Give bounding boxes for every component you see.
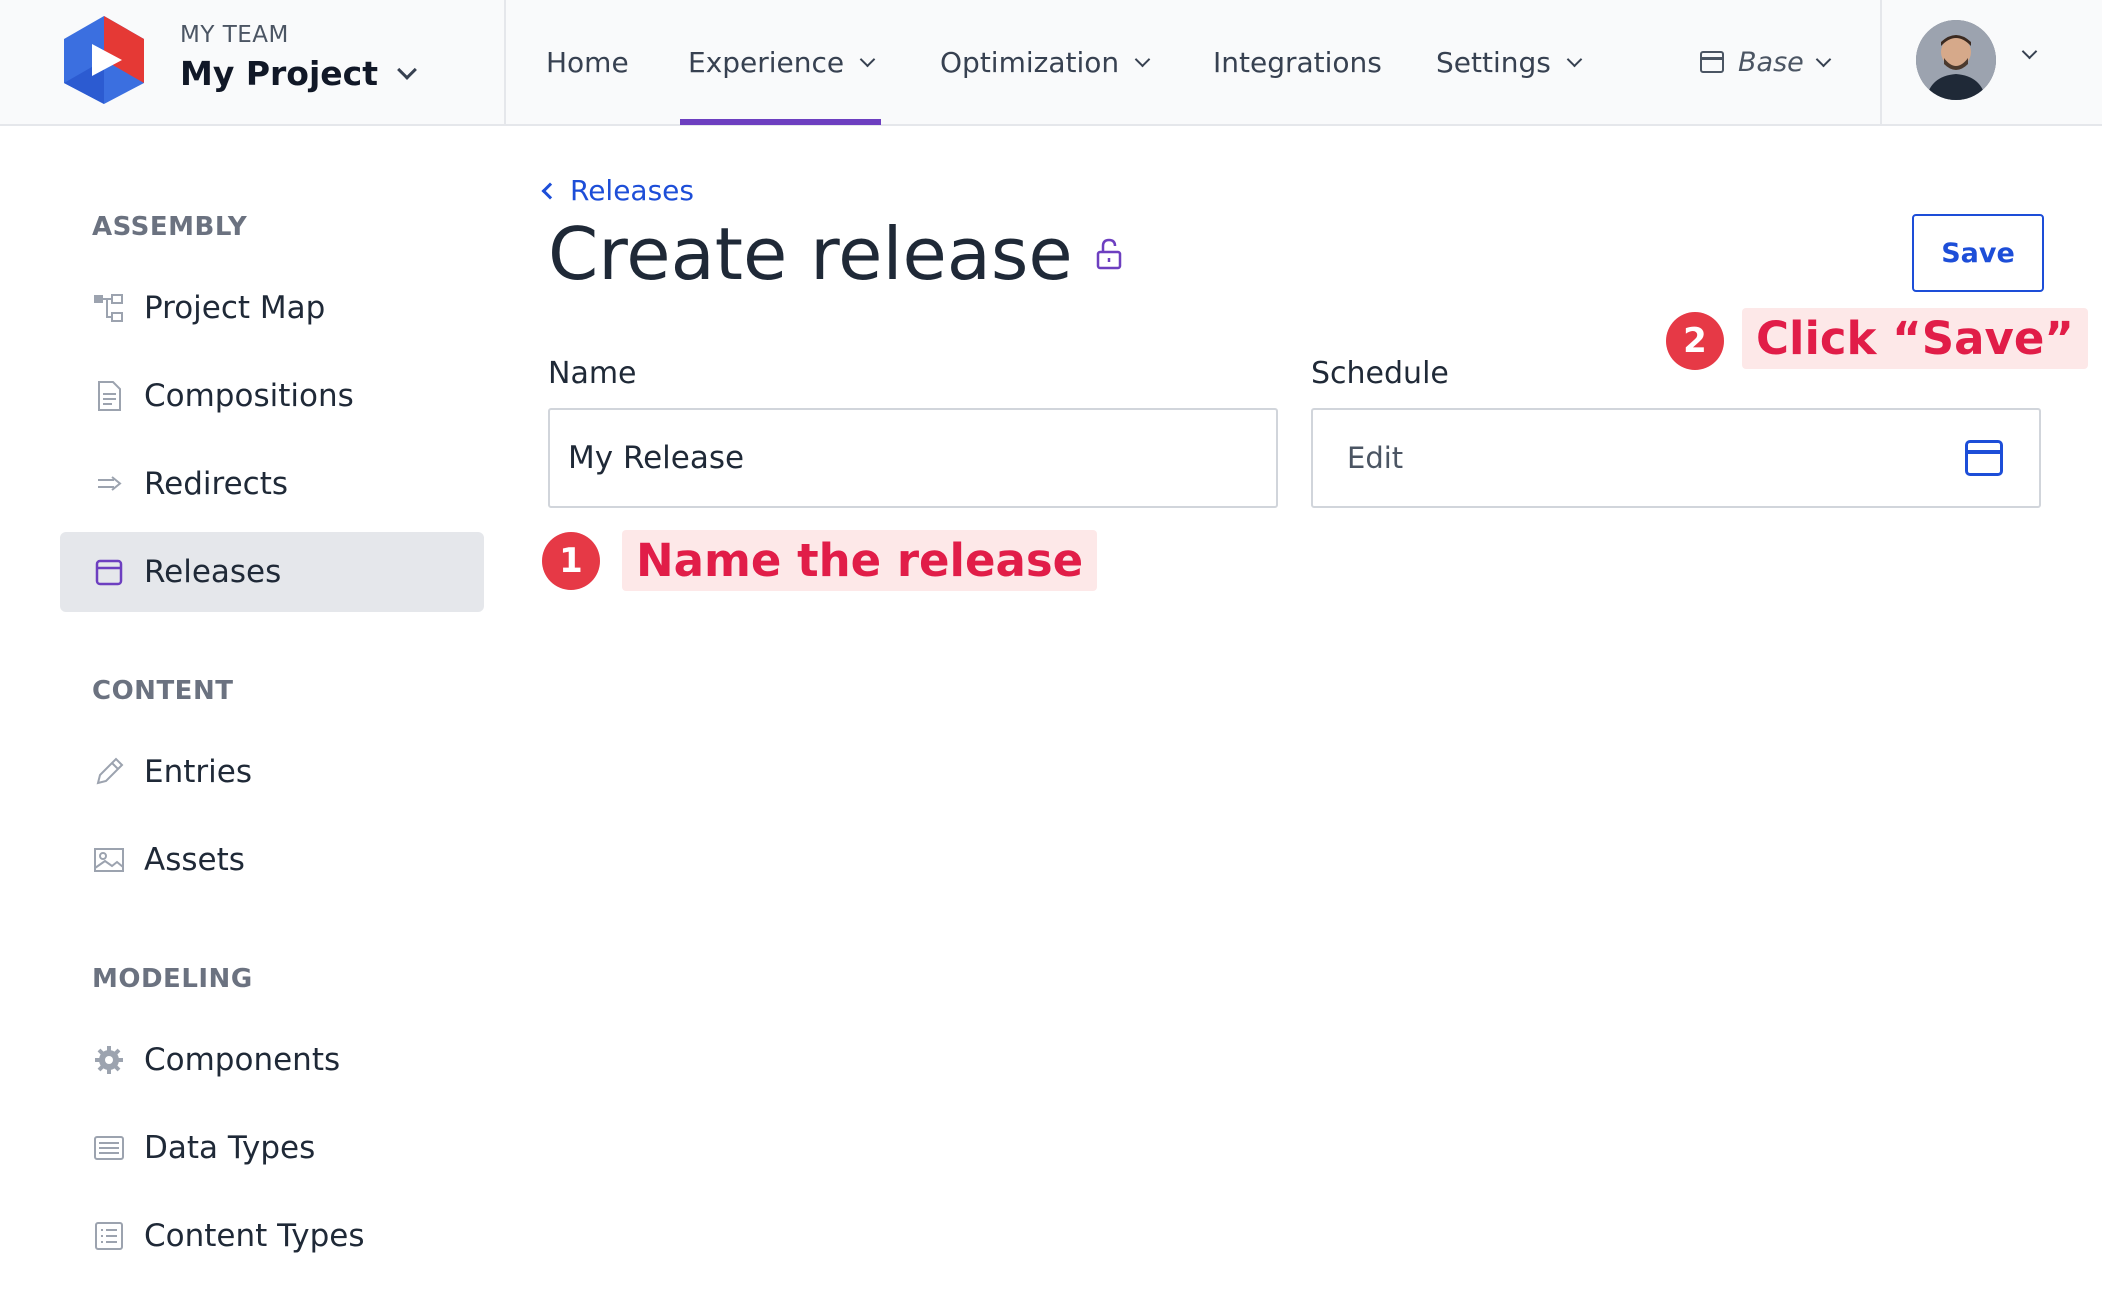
project-label: My Project: [180, 54, 378, 93]
nav-home[interactable]: Home: [546, 0, 629, 124]
image-icon: [94, 848, 124, 872]
sitemap-icon: [94, 294, 123, 322]
sidebar-item-redirects[interactable]: Redirects: [60, 444, 484, 524]
sidebar-item-label: Releases: [144, 554, 282, 590]
name-input-value: My Release: [568, 440, 745, 476]
annotation-number-2: 2: [1666, 312, 1724, 370]
sidebar-item-label: Components: [144, 1042, 341, 1078]
sidebar-item-label: Compositions: [144, 378, 354, 414]
chevron-down-icon: [859, 51, 876, 67]
sidebar-item-compositions[interactable]: Compositions: [60, 356, 484, 436]
chevron-left-icon: [541, 182, 559, 199]
sidebar: ASSEMBLY Project Map Compositions Redire…: [0, 128, 500, 1310]
chevron-down-icon: [1815, 51, 1832, 67]
nav-label: Experience: [688, 45, 845, 79]
project-switcher[interactable]: MY TEAM My Project: [0, 0, 506, 124]
nav-integrations[interactable]: Integrations: [1213, 0, 1382, 124]
save-button[interactable]: Save: [1912, 214, 2044, 292]
sidebar-item-label: Project Map: [144, 290, 326, 326]
name-label: Name: [548, 356, 637, 391]
name-input[interactable]: My Release: [548, 408, 1278, 508]
sidebar-item-label: Content Types: [144, 1218, 365, 1254]
calendar-icon: [95, 559, 123, 586]
top-header: MY TEAM My Project Home Experience Optim…: [0, 0, 2102, 126]
document-icon: [98, 381, 121, 411]
page-title-text: Create release: [548, 212, 1073, 296]
redirect-arrow-icon: [98, 476, 122, 491]
annotation-text-1: Name the release: [622, 530, 1098, 591]
chevron-down-icon: [1134, 51, 1151, 67]
section-title-modeling: MODELING: [92, 964, 253, 994]
nav-label: Integrations: [1213, 45, 1382, 79]
nav-label: Settings: [1436, 45, 1551, 79]
section-title-content: CONTENT: [92, 676, 234, 706]
schedule-input-value: Edit: [1347, 441, 1404, 475]
list-icon: [95, 1222, 123, 1250]
schedule-label: Schedule: [1311, 356, 1449, 391]
calendar-icon: [1700, 51, 1724, 73]
gear-icon: [95, 1046, 123, 1074]
app-logo-icon: [64, 16, 144, 104]
sidebar-item-assets[interactable]: Assets: [60, 820, 484, 900]
nav-experience[interactable]: Experience: [679, 0, 882, 125]
list-box-icon: [94, 1136, 124, 1160]
sidebar-item-label: Data Types: [144, 1130, 316, 1166]
section-title-assembly: ASSEMBLY: [92, 212, 248, 242]
unlock-icon[interactable]: [1095, 237, 1123, 271]
sidebar-item-label: Entries: [144, 754, 252, 790]
sidebar-item-entries[interactable]: Entries: [60, 732, 484, 812]
environment-label: Base: [1738, 46, 1804, 78]
environment-switcher[interactable]: Base: [1700, 0, 1832, 124]
nav-optimization[interactable]: Optimization: [940, 0, 1151, 124]
nav-label: Optimization: [940, 45, 1120, 79]
schedule-input[interactable]: Edit: [1311, 408, 2041, 508]
breadcrumb-label: Releases: [570, 174, 694, 207]
nav-settings[interactable]: Settings: [1436, 0, 1583, 124]
sidebar-item-label: Redirects: [144, 466, 288, 502]
sidebar-item-content-types[interactable]: Content Types: [60, 1196, 484, 1276]
calendar-icon[interactable]: [1965, 440, 2003, 476]
sidebar-item-data-types[interactable]: Data Types: [60, 1108, 484, 1188]
nav-label: Home: [546, 45, 629, 79]
user-menu[interactable]: [1880, 0, 2102, 124]
avatar: [1916, 20, 1996, 100]
sidebar-item-components[interactable]: Components: [60, 1020, 484, 1100]
sidebar-item-project-map[interactable]: Project Map: [60, 268, 484, 348]
annotation-text-2: Click “Save”: [1742, 308, 2088, 369]
pencil-icon: [96, 757, 124, 785]
sidebar-item-label: Assets: [144, 842, 245, 878]
chevron-down-icon: [1566, 51, 1583, 67]
team-name: MY TEAM: [180, 22, 289, 48]
sidebar-item-releases[interactable]: Releases: [60, 532, 484, 612]
chevron-down-icon: [397, 59, 417, 80]
page-title: Create release: [548, 212, 1123, 296]
chevron-down-icon: [2021, 43, 2038, 60]
annotation-number-1: 1: [542, 532, 600, 590]
breadcrumb-releases[interactable]: Releases: [541, 174, 694, 207]
project-name[interactable]: My Project: [180, 54, 417, 93]
